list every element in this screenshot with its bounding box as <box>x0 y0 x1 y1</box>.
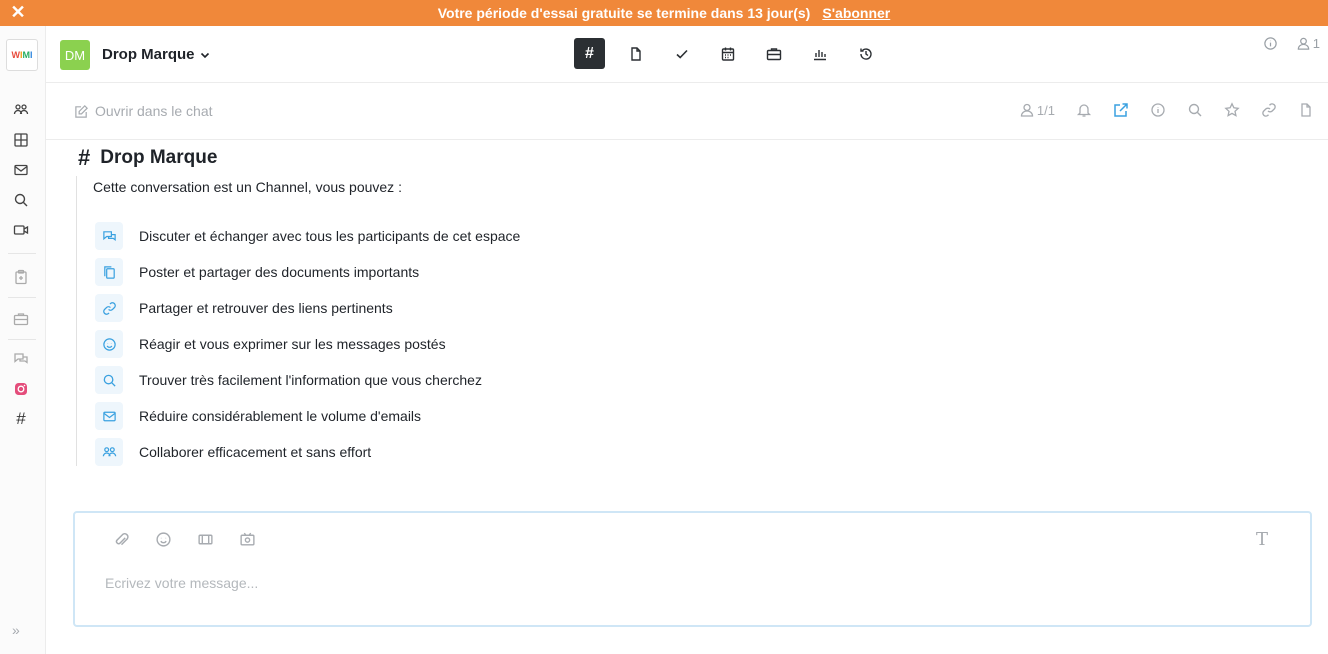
open-in-chat-label: Ouvrir dans le chat <box>95 103 213 119</box>
sidebar-divider <box>8 339 36 340</box>
channel-toolbar: Ouvrir dans le chat 1/1 <box>46 83 1328 140</box>
workspace-header: DM Drop Marque # 1 <box>46 26 1328 83</box>
feature-item: Réduire considérablement le volume d'ema… <box>95 402 421 430</box>
header-actions: 1 <box>1263 36 1320 51</box>
expand-sidebar-icon[interactable]: » <box>12 622 20 638</box>
user-icon <box>1297 37 1310 50</box>
info-icon[interactable] <box>1150 102 1166 118</box>
channel-title: # Drop Marque <box>78 145 217 171</box>
sidebar-divider <box>8 297 36 298</box>
link-icon[interactable] <box>1261 102 1277 118</box>
emoji-icon[interactable] <box>153 529 173 549</box>
hash-icon: # <box>78 145 91 170</box>
tab-history[interactable] <box>850 38 881 69</box>
feature-item: Partager et retrouver des liens pertinen… <box>95 294 393 322</box>
members-ratio: 1/1 <box>1036 102 1055 118</box>
members-button[interactable]: 1 <box>1296 36 1320 51</box>
workspace-name: Drop Marque <box>102 46 195 63</box>
smiley-icon <box>95 330 123 358</box>
chevron-down-icon <box>200 52 209 58</box>
trial-banner-text: Votre période d'essai gratuite se termin… <box>437 5 811 21</box>
briefcase-icon <box>766 47 781 60</box>
sidebar-divider <box>8 253 36 254</box>
search-icon[interactable] <box>11 190 31 210</box>
edit-icon <box>75 104 88 118</box>
team-icon <box>95 438 123 466</box>
documents-icon <box>95 258 123 286</box>
channel-members-button[interactable]: 1/1 <box>1019 102 1055 118</box>
check-icon <box>675 49 688 59</box>
channel-name: Drop Marque <box>100 147 218 168</box>
feature-item: Collaborer efficacement et sans effort <box>95 438 371 466</box>
feature-text: Réagir et vous exprimer sur les messages… <box>139 336 446 352</box>
hash-icon: # <box>585 44 594 62</box>
tab-channel[interactable]: # <box>574 38 605 69</box>
search-icon[interactable] <box>1187 102 1203 118</box>
workspace-tabs: # <box>574 38 881 70</box>
chat-icon[interactable] <box>11 349 31 369</box>
feature-item: Poster et partager des documents importa… <box>95 258 419 286</box>
briefcase-icon[interactable] <box>11 309 31 329</box>
text-format-button[interactable]: T <box>1252 529 1272 550</box>
close-icon[interactable]: ✕ <box>8 2 28 22</box>
feature-item: Réagir et vous exprimer sur les messages… <box>95 330 446 358</box>
members-count: 1 <box>1312 36 1320 51</box>
search-icon <box>95 366 123 394</box>
feature-item: Trouver très facilement l'information qu… <box>95 366 482 394</box>
team-icon[interactable] <box>11 100 31 120</box>
user-icon <box>1020 103 1034 117</box>
channel-intro: Cette conversation est un Channel, vous … <box>76 176 636 466</box>
tab-stats[interactable] <box>804 38 835 69</box>
feature-text: Partager et retrouver des liens pertinen… <box>139 300 393 316</box>
grid-icon[interactable] <box>11 130 31 150</box>
mail-icon <box>95 402 123 430</box>
subscribe-link[interactable]: S'abonner <box>822 5 890 21</box>
feature-text: Réduire considérablement le volume d'ema… <box>139 408 422 424</box>
chat-icon <box>95 222 123 250</box>
tab-tasks[interactable] <box>666 38 697 69</box>
document-icon[interactable] <box>1298 102 1314 118</box>
feature-text: Discuter et échanger avec tous les parti… <box>139 228 521 244</box>
open-in-chat-button[interactable]: Ouvrir dans le chat <box>74 103 213 119</box>
calendar-icon <box>721 47 734 61</box>
instagram-icon[interactable] <box>11 379 31 399</box>
screen-record-icon[interactable] <box>237 529 257 549</box>
workspace-avatar: DM <box>60 40 90 70</box>
info-icon[interactable] <box>1263 36 1278 51</box>
trial-banner: ✕ Votre période d'essai gratuite se term… <box>0 0 1328 26</box>
composer-tools <box>111 529 257 549</box>
feature-text: Trouver très facilement l'information qu… <box>139 372 482 388</box>
feature-text: Collaborer efficacement et sans effort <box>139 444 372 460</box>
hash-icon[interactable]: # <box>11 409 31 429</box>
history-icon <box>859 47 872 60</box>
tab-projects[interactable] <box>758 38 789 69</box>
document-icon <box>630 46 641 61</box>
open-external-icon[interactable] <box>1113 102 1129 118</box>
mail-icon[interactable] <box>11 160 31 180</box>
link-icon <box>95 294 123 322</box>
tab-documents[interactable] <box>620 38 651 69</box>
intro-text: Cette conversation est un Channel, vous … <box>93 179 402 195</box>
channel-actions: 1/1 <box>1019 102 1314 118</box>
star-icon[interactable] <box>1224 102 1240 118</box>
bell-icon[interactable] <box>1076 102 1092 118</box>
clipboard-icon[interactable] <box>11 267 31 287</box>
attachment-icon[interactable] <box>111 529 131 549</box>
gif-icon[interactable] <box>195 529 215 549</box>
sidebar: WIMI # » <box>0 26 46 654</box>
feature-text: Poster et partager des documents importa… <box>139 264 420 280</box>
wimi-logo[interactable]: WIMI <box>6 39 38 71</box>
feature-item: Discuter et échanger avec tous les parti… <box>95 222 520 250</box>
message-input[interactable] <box>105 571 1255 595</box>
tab-calendar[interactable] <box>712 38 743 69</box>
video-icon[interactable] <box>11 220 31 240</box>
message-composer: T <box>73 511 1312 627</box>
workspace-selector[interactable]: Drop Marque <box>102 46 211 63</box>
chart-icon <box>813 49 826 60</box>
